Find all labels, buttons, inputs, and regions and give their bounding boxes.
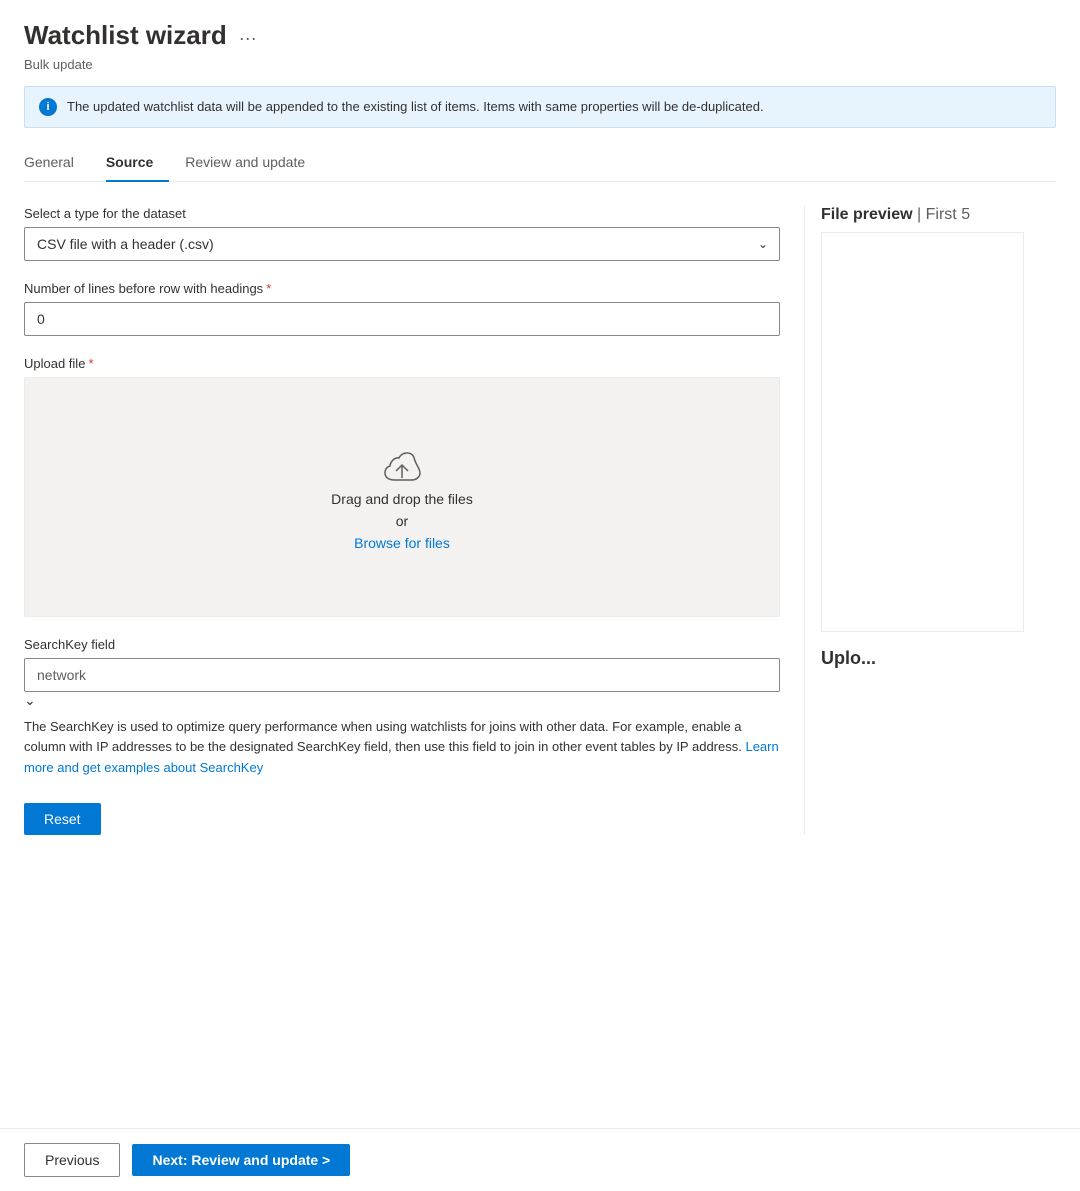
or-text: or bbox=[396, 513, 408, 529]
upload-dropzone[interactable]: Drag and drop the files or Browse for fi… bbox=[24, 377, 780, 617]
dataset-type-group: Select a type for the dataset CSV file w… bbox=[24, 206, 780, 261]
lines-before-heading-input[interactable] bbox=[24, 302, 780, 336]
file-preview-separator: | First 5 bbox=[917, 206, 970, 223]
tabs-container: General Source Review and update bbox=[24, 144, 1056, 182]
dataset-type-select[interactable]: CSV file with a header (.csv) CSV file w… bbox=[24, 227, 780, 261]
browse-files-link[interactable]: Browse for files bbox=[354, 535, 450, 551]
lines-before-heading-group: Number of lines before row with headings… bbox=[24, 281, 780, 336]
footer-bar: Previous Next: Review and update > bbox=[0, 1128, 1080, 1191]
searchkey-field-group: SearchKey field network ⌄ The SearchKey … bbox=[24, 637, 780, 779]
file-preview-box bbox=[821, 232, 1024, 632]
cloud-upload-icon bbox=[376, 443, 428, 485]
reset-button[interactable]: Reset bbox=[24, 803, 101, 835]
page-title: Watchlist wizard bbox=[24, 20, 227, 51]
searchkey-chevron-icon: ⌄ bbox=[24, 692, 36, 708]
more-options-icon[interactable]: ··· bbox=[239, 28, 257, 49]
lines-before-heading-label: Number of lines before row with headings… bbox=[24, 281, 780, 296]
upload-file-label: Upload file* bbox=[24, 356, 780, 371]
page-subtitle: Bulk update bbox=[24, 57, 1056, 72]
info-icon: i bbox=[39, 98, 57, 116]
previous-button[interactable]: Previous bbox=[24, 1143, 120, 1177]
drag-drop-text: Drag and drop the files bbox=[331, 491, 473, 507]
file-preview-title: File preview | First 5 bbox=[821, 206, 1024, 224]
upload-label-right: Uplo... bbox=[821, 648, 1024, 669]
tab-review[interactable]: Review and update bbox=[185, 144, 321, 182]
left-panel: Select a type for the dataset CSV file w… bbox=[24, 206, 804, 835]
tab-general[interactable]: General bbox=[24, 144, 90, 182]
upload-file-group: Upload file* Drag and drop the files or … bbox=[24, 356, 780, 617]
searchkey-field-select[interactable]: network bbox=[24, 658, 780, 692]
searchkey-field-label: SearchKey field bbox=[24, 637, 780, 652]
tab-source[interactable]: Source bbox=[106, 144, 169, 182]
dataset-type-label: Select a type for the dataset bbox=[24, 206, 780, 221]
next-button[interactable]: Next: Review and update > bbox=[132, 1144, 350, 1176]
searchkey-description: The SearchKey is used to optimize query … bbox=[24, 717, 780, 779]
info-banner: i The updated watchlist data will be app… bbox=[24, 86, 1056, 128]
right-panel: File preview | First 5 Uplo... bbox=[804, 206, 1024, 835]
info-banner-text: The updated watchlist data will be appen… bbox=[67, 97, 764, 117]
